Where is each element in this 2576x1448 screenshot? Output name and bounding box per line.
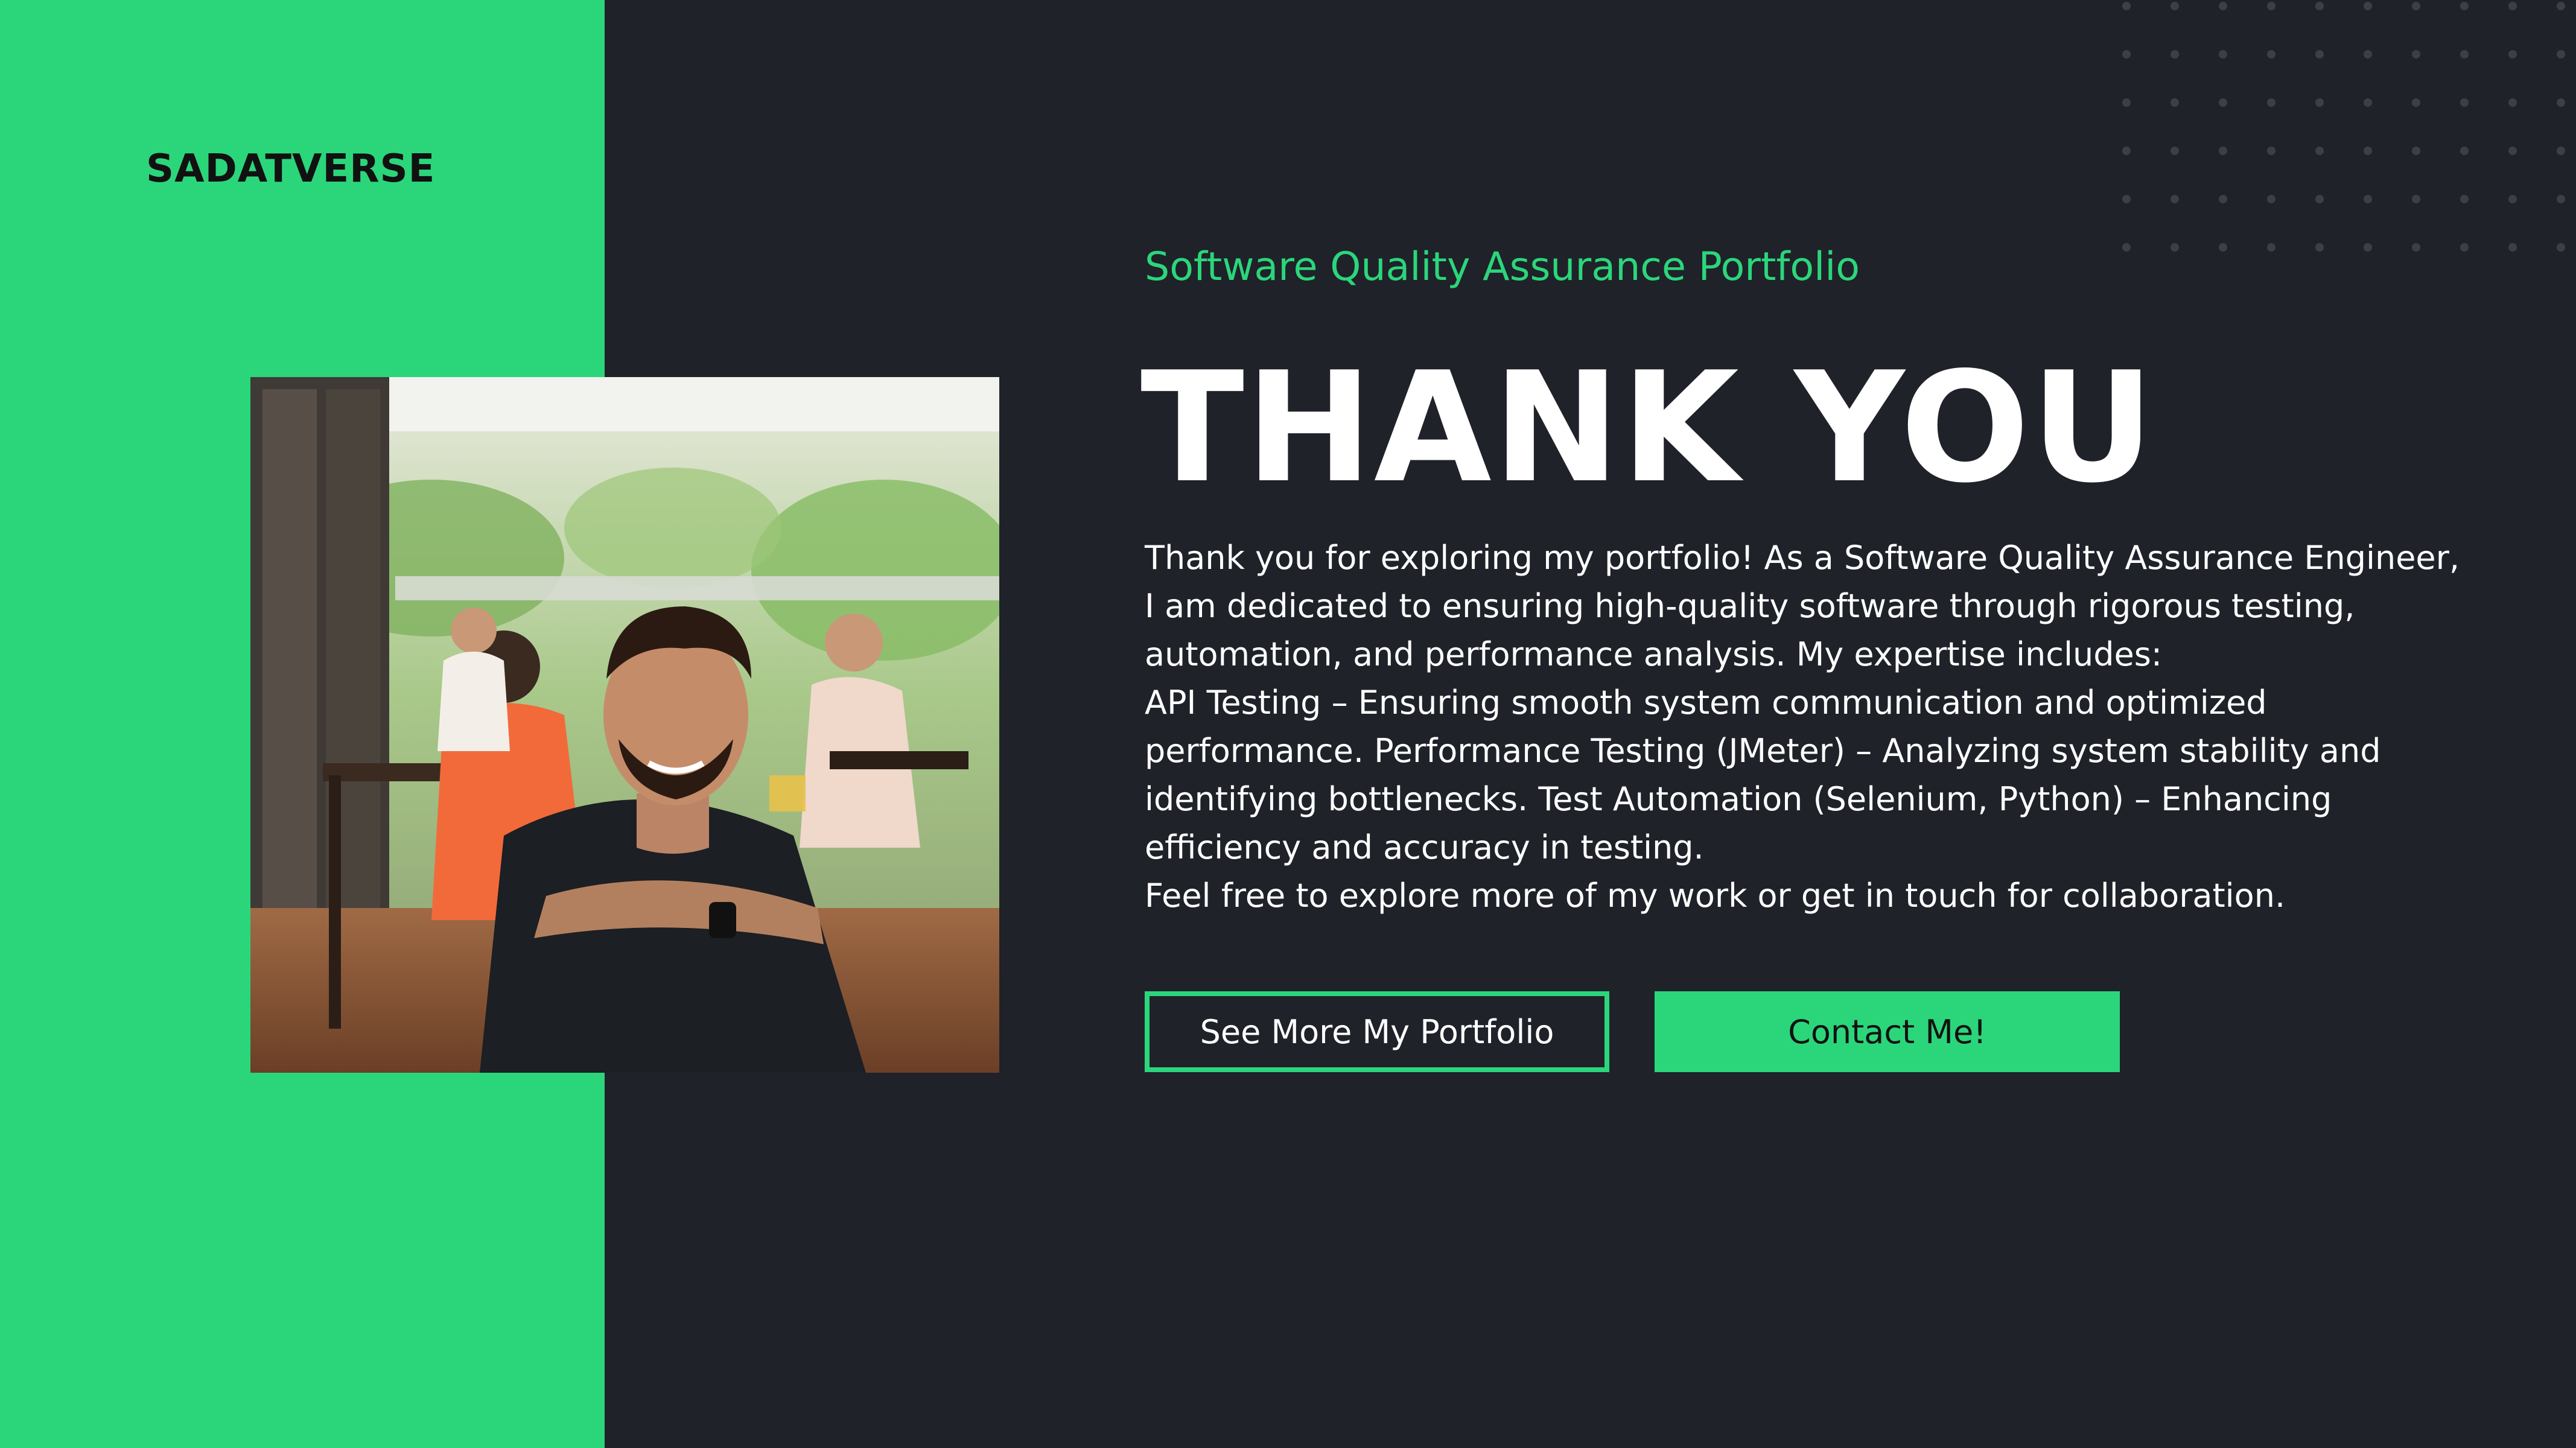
see-more-portfolio-button[interactable]: See More My Portfolio bbox=[1145, 991, 1609, 1072]
body-paragraph-expertise: API Testing – Ensuring smooth system com… bbox=[1145, 684, 2381, 866]
portrait-photo bbox=[250, 377, 999, 1073]
portfolio-subtitle: Software Quality Assurance Portfolio bbox=[1145, 244, 1860, 290]
brand-logo-text: SADATVERSE bbox=[146, 147, 436, 191]
body-description: Thank you for exploring my portfolio! As… bbox=[1145, 534, 2460, 920]
body-paragraph-closing: Feel free to explore more of my work or … bbox=[1145, 877, 2286, 915]
dot-grid-pattern-icon bbox=[2118, 0, 2576, 253]
thank-you-headline: THANK YOU bbox=[1140, 340, 2156, 516]
slide: SADATVERSE Software Quality Assurance Po… bbox=[0, 0, 2576, 1448]
body-paragraph-intro: Thank you for exploring my portfolio! As… bbox=[1145, 539, 2460, 673]
contact-me-button[interactable]: Contact Me! bbox=[1655, 991, 2120, 1072]
